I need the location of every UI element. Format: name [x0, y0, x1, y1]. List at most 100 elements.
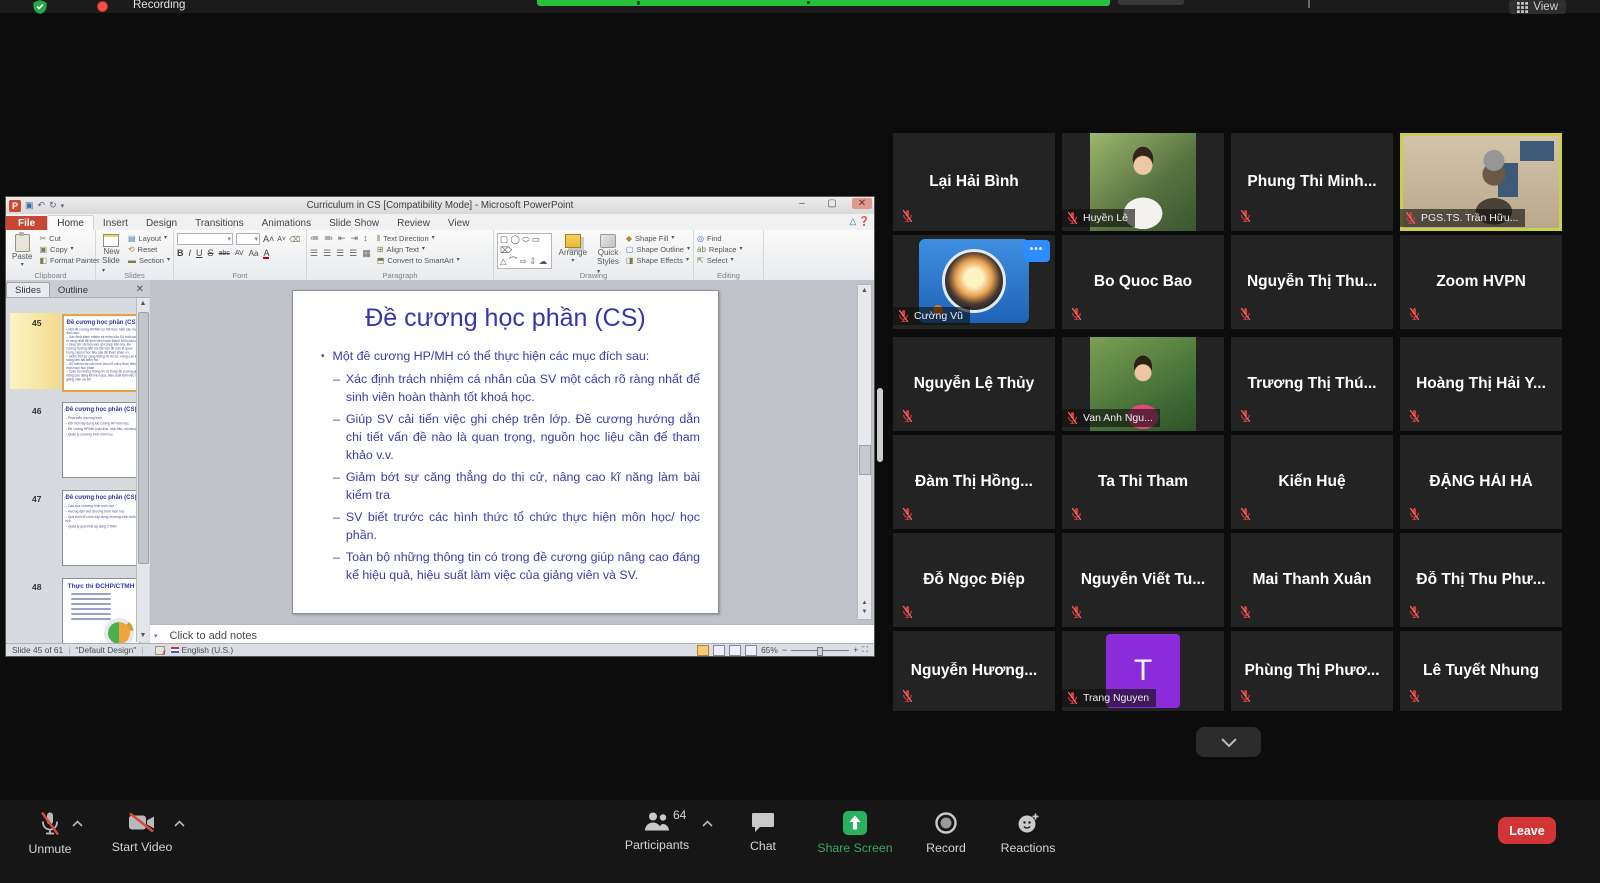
- align-center-button[interactable]: ☰: [323, 248, 331, 259]
- close-button[interactable]: ✕: [852, 198, 872, 209]
- help-icon[interactable]: △ ❓: [849, 216, 870, 227]
- panel-scrollbar[interactable]: ▲ ▼: [136, 298, 149, 642]
- leave-button[interactable]: Leave: [1498, 817, 1556, 844]
- character-spacing-button[interactable]: AV: [235, 248, 244, 259]
- select-button[interactable]: ⇱Select▾: [697, 255, 760, 266]
- ribbon-tab-slide-show[interactable]: Slide Show: [320, 216, 388, 230]
- shape-fill-button[interactable]: ◆Shape Fill▾: [626, 233, 690, 244]
- participant-tile[interactable]: Van Anh Ngu...: [1062, 337, 1224, 431]
- participant-tile[interactable]: Phung Thi Minh...: [1231, 133, 1393, 231]
- new-slide-button[interactable]: New Slide ▾: [99, 233, 124, 275]
- security-shield-icon[interactable]: [33, 0, 47, 19]
- text-direction-button[interactable]: ⫴Text Direction▾: [377, 233, 460, 244]
- ribbon-tab-file[interactable]: File: [6, 216, 47, 230]
- convert-smartart-button[interactable]: ⬒Convert to SmartArt▾: [377, 255, 460, 266]
- outline-tab[interactable]: Outline: [50, 283, 96, 297]
- ribbon-tab-animations[interactable]: Animations: [253, 216, 320, 230]
- line-spacing-button[interactable]: ↕: [363, 233, 368, 244]
- ribbon-tab-insert[interactable]: Insert: [94, 216, 137, 230]
- shape-effects-button[interactable]: ◨Shape Effects▾: [626, 255, 690, 266]
- participant-tile[interactable]: Zoom HVPN: [1400, 235, 1562, 329]
- slide-sorter-view-button[interactable]: [713, 645, 725, 656]
- panel-resize-handle[interactable]: [877, 388, 883, 462]
- slides-tab[interactable]: Slides: [6, 282, 50, 297]
- clear-formatting-icon[interactable]: ⌫: [289, 234, 300, 245]
- close-panel-icon[interactable]: ✕: [130, 284, 150, 297]
- align-text-button[interactable]: ⊞Align Text▾: [377, 244, 460, 255]
- justify-button[interactable]: ☰: [349, 248, 357, 259]
- increase-indent-button[interactable]: ⇥: [351, 233, 359, 244]
- change-case-button[interactable]: Aa: [249, 248, 259, 259]
- bullets-button[interactable]: ≔: [310, 233, 319, 244]
- reactions-control[interactable]: Reactions: [978, 810, 1078, 855]
- participant-tile[interactable]: Mai Thanh Xuân: [1231, 533, 1393, 627]
- scroll-up-icon[interactable]: ▲: [858, 285, 871, 297]
- participant-tile[interactable]: TTrang Nguyen: [1062, 631, 1224, 711]
- reading-view-button[interactable]: [729, 645, 741, 656]
- shrink-font-button[interactable]: A˅: [277, 234, 286, 245]
- participant-tile[interactable]: Nguyễn Thị Thu...: [1231, 235, 1393, 329]
- participants-control[interactable]: Participants: [607, 810, 707, 852]
- italic-button[interactable]: I: [189, 248, 192, 259]
- zoom-slider[interactable]: [791, 650, 849, 651]
- find-button[interactable]: ◎Find: [697, 233, 760, 244]
- maximize-button[interactable]: ▢: [822, 198, 842, 209]
- reset-button[interactable]: ⟲Reset: [128, 244, 170, 255]
- scroll-down-icon[interactable]: ▼: [137, 630, 149, 642]
- participant-tile[interactable]: Đỗ Thị Thu Phư...: [1400, 533, 1562, 627]
- participant-tile[interactable]: Cường Vũ•••: [893, 235, 1055, 329]
- normal-view-button[interactable]: [697, 645, 709, 656]
- slideshow-view-button[interactable]: [745, 645, 757, 656]
- strikethrough-button[interactable]: S: [208, 248, 214, 259]
- shapes-gallery[interactable]: ▢ ◯ ⬭ ▭ ⌦ △ ⌒ ⇨ ⇩ ☁ ⌇ ◠ { } ☆: [497, 233, 552, 269]
- quick-styles-button[interactable]: Quick Styles ▾: [594, 233, 622, 276]
- slide-thumbnail[interactable]: Đề cương học phần (CS)– Phát triển chươn…: [62, 402, 140, 478]
- participant-tile[interactable]: Phùng Thị Phươ...: [1231, 631, 1393, 711]
- font-color-button[interactable]: A: [263, 249, 269, 259]
- numbering-button[interactable]: ≕: [324, 233, 333, 244]
- view-button[interactable]: View: [1509, 0, 1566, 14]
- zoom-out-button[interactable]: −: [782, 645, 787, 655]
- participant-tile[interactable]: Hoàng Thị Hải Y...: [1400, 337, 1562, 431]
- layout-button[interactable]: ▤Layout▾: [128, 233, 170, 244]
- participant-tile[interactable]: Nguyễn Lệ Thủy: [893, 337, 1055, 431]
- fit-to-window-icon[interactable]: ⛶: [862, 645, 868, 655]
- align-left-button[interactable]: ☰: [310, 248, 318, 259]
- participant-tile[interactable]: Ta Thi Tham: [1062, 435, 1224, 529]
- participant-tile[interactable]: Huyền Lê: [1062, 133, 1224, 231]
- ribbon-tab-review[interactable]: Review: [388, 216, 439, 230]
- slide-canvas[interactable]: Đề cương học phần (CS) •Một đề cương HP/…: [292, 290, 719, 614]
- participant-tile[interactable]: Kiến Huệ: [1231, 435, 1393, 529]
- participant-tile[interactable]: Lê Tuyết Nhung: [1400, 631, 1562, 711]
- font-name-combobox[interactable]: ▾: [177, 233, 233, 245]
- arrange-button[interactable]: Arrange▾: [556, 233, 590, 276]
- shadow-button[interactable]: abc: [219, 248, 230, 259]
- mic-options-caret[interactable]: [72, 814, 83, 832]
- scroll-up-icon[interactable]: ▲: [137, 298, 149, 310]
- slide-thumbnail[interactable]: Đề cương học phần (CS)– Cấu trúc chương …: [62, 490, 140, 566]
- share-screen-control[interactable]: Share Screen: [805, 810, 905, 855]
- proofing-icon[interactable]: [155, 646, 165, 655]
- bold-button[interactable]: B: [177, 248, 184, 259]
- ribbon-tab-view[interactable]: View: [439, 216, 479, 230]
- ribbon-tab-home[interactable]: Home: [47, 215, 94, 230]
- ppt-title-bar[interactable]: P ▣ ↶ ↻ ▾ Curriculum in CS [Compatibilit…: [6, 197, 874, 214]
- participant-tile[interactable]: Nguyễn Viết Tu...: [1062, 533, 1224, 627]
- chat-control[interactable]: Chat: [713, 810, 813, 853]
- underline-button[interactable]: U: [196, 248, 203, 259]
- replace-button[interactable]: abReplace▾: [697, 244, 760, 255]
- align-right-button[interactable]: ☰: [336, 248, 344, 259]
- shape-outline-button[interactable]: ▢Shape Outline▾: [626, 244, 690, 255]
- notes-splitter-icon[interactable]: ▾: [150, 632, 158, 640]
- unmute-control[interactable]: Unmute: [0, 810, 100, 856]
- zoom-slider-thumb[interactable]: [817, 647, 823, 656]
- participant-tile[interactable]: ĐẶNG HẢI HÀ: [1400, 435, 1562, 529]
- scrollbar-thumb[interactable]: [859, 445, 871, 475]
- grow-font-button[interactable]: A˄: [263, 234, 274, 245]
- font-size-combobox[interactable]: ▾: [236, 233, 260, 245]
- editor-scrollbar[interactable]: ▲ ▲▼: [857, 284, 872, 620]
- decrease-indent-button[interactable]: ⇤: [338, 233, 346, 244]
- participant-tile[interactable]: Nguyễn Hương...: [893, 631, 1055, 711]
- participant-tile[interactable]: Lại Hải Bình: [893, 133, 1055, 231]
- gallery-scroll-down-button[interactable]: [1196, 727, 1261, 757]
